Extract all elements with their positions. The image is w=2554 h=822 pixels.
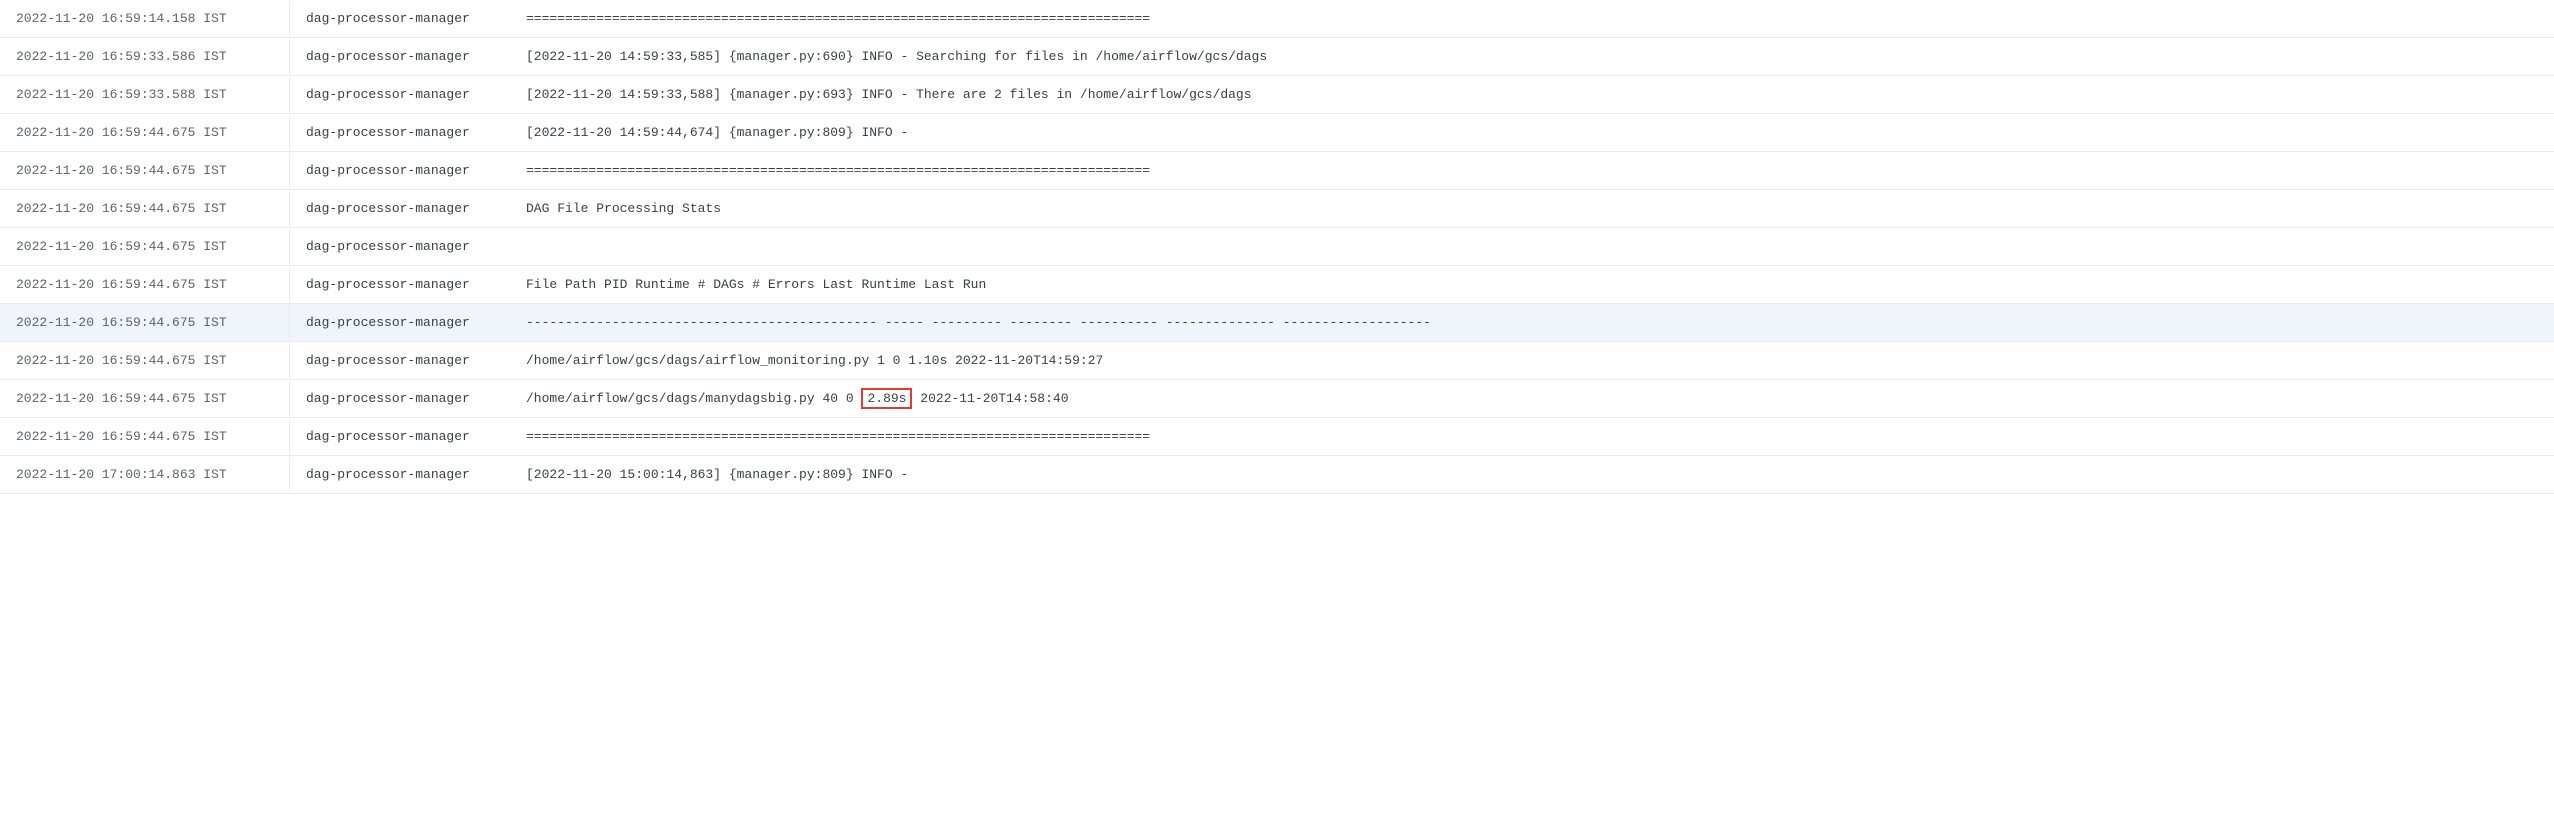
log-row[interactable]: 2022-11-20 16:59:44.675 ISTdag-processor… <box>0 266 2554 304</box>
log-container: 2022-11-20 16:59:14.158 ISTdag-processor… <box>0 0 2554 494</box>
log-message: ========================================… <box>510 1 2554 36</box>
log-component: dag-processor-manager <box>290 305 510 340</box>
log-row[interactable]: 2022-11-20 16:59:44.675 ISTdag-processor… <box>0 380 2554 418</box>
log-timestamp: 2022-11-20 16:59:44.675 IST <box>0 153 290 188</box>
log-message: ========================================… <box>510 419 2554 454</box>
log-row[interactable]: 2022-11-20 16:59:33.586 ISTdag-processor… <box>0 38 2554 76</box>
log-row[interactable]: 2022-11-20 16:59:44.675 ISTdag-processor… <box>0 304 2554 342</box>
log-row[interactable]: 2022-11-20 16:59:44.675 ISTdag-processor… <box>0 418 2554 456</box>
log-message: [2022-11-20 15:00:14,863] {manager.py:80… <box>510 457 2554 492</box>
log-timestamp: 2022-11-20 16:59:44.675 IST <box>0 191 290 226</box>
log-message: ========================================… <box>510 153 2554 188</box>
log-message: [2022-11-20 14:59:33,585] {manager.py:69… <box>510 39 2554 74</box>
log-message: [2022-11-20 14:59:33,588] {manager.py:69… <box>510 77 2554 112</box>
log-timestamp: 2022-11-20 16:59:33.588 IST <box>0 77 290 112</box>
log-component: dag-processor-manager <box>290 77 510 112</box>
log-component: dag-processor-manager <box>290 153 510 188</box>
log-timestamp: 2022-11-20 16:59:44.675 IST <box>0 305 290 340</box>
log-message-text: /home/airflow/gcs/dags/manydagsbig.py 40… <box>526 391 861 406</box>
log-timestamp: 2022-11-20 16:59:44.675 IST <box>0 343 290 378</box>
log-component: dag-processor-manager <box>290 115 510 150</box>
log-timestamp: 2022-11-20 17:00:14.863 IST <box>0 457 290 492</box>
log-timestamp: 2022-11-20 16:59:44.675 IST <box>0 419 290 454</box>
log-row[interactable]: 2022-11-20 16:59:44.675 ISTdag-processor… <box>0 228 2554 266</box>
log-message: DAG File Processing Stats <box>510 191 2554 226</box>
log-component: dag-processor-manager <box>290 1 510 36</box>
log-timestamp: 2022-11-20 16:59:44.675 IST <box>0 381 290 416</box>
log-component: dag-processor-manager <box>290 191 510 226</box>
log-component: dag-processor-manager <box>290 343 510 378</box>
log-message-text: 2022-11-20T14:58:40 <box>912 391 1068 406</box>
log-timestamp: 2022-11-20 16:59:44.675 IST <box>0 115 290 150</box>
log-component: dag-processor-manager <box>290 419 510 454</box>
log-row[interactable]: 2022-11-20 16:59:14.158 ISTdag-processor… <box>0 0 2554 38</box>
log-timestamp: 2022-11-20 16:59:33.586 IST <box>0 39 290 74</box>
log-message: /home/airflow/gcs/dags/airflow_monitorin… <box>510 343 2554 378</box>
log-message: File Path PID Runtime # DAGs # Errors La… <box>510 267 2554 302</box>
log-message: [2022-11-20 14:59:44,674] {manager.py:80… <box>510 115 2554 150</box>
log-component: dag-processor-manager <box>290 457 510 492</box>
log-timestamp: 2022-11-20 16:59:44.675 IST <box>0 267 290 302</box>
log-timestamp: 2022-11-20 16:59:14.158 IST <box>0 1 290 36</box>
log-row[interactable]: 2022-11-20 16:59:44.675 ISTdag-processor… <box>0 152 2554 190</box>
log-row[interactable]: 2022-11-20 16:59:44.675 ISTdag-processor… <box>0 114 2554 152</box>
log-row[interactable]: 2022-11-20 16:59:33.588 ISTdag-processor… <box>0 76 2554 114</box>
log-component: dag-processor-manager <box>290 267 510 302</box>
log-row[interactable]: 2022-11-20 17:00:14.863 ISTdag-processor… <box>0 456 2554 494</box>
log-message: /home/airflow/gcs/dags/manydagsbig.py 40… <box>510 381 2554 416</box>
log-message: ----------------------------------------… <box>510 305 2554 340</box>
log-timestamp: 2022-11-20 16:59:44.675 IST <box>0 229 290 264</box>
log-row[interactable]: 2022-11-20 16:59:44.675 ISTdag-processor… <box>0 190 2554 228</box>
log-component: dag-processor-manager <box>290 381 510 416</box>
highlight-annotation: 2.89s <box>861 388 912 409</box>
log-row[interactable]: 2022-11-20 16:59:44.675 ISTdag-processor… <box>0 342 2554 380</box>
log-component: dag-processor-manager <box>290 39 510 74</box>
log-message <box>510 237 2554 257</box>
log-component: dag-processor-manager <box>290 229 510 264</box>
